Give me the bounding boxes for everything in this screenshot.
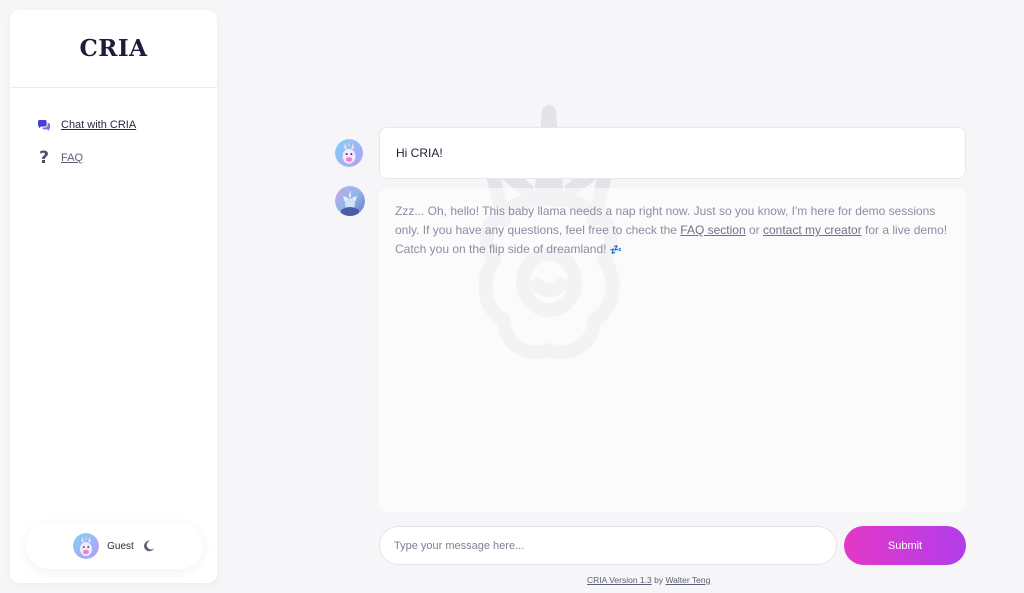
sidebar-item-label: FAQ xyxy=(61,152,84,164)
user-avatar xyxy=(335,139,363,167)
user-name: Guest xyxy=(107,540,134,552)
version-link[interactable]: CRIA Version 1.3 xyxy=(587,575,652,585)
sidebar: CRIA Chat with CRIA ? FAQ Guest xyxy=(10,10,217,583)
message-input[interactable] xyxy=(394,539,836,552)
footer-credits: CRIA Version 1.3 by Walter Teng xyxy=(587,575,710,585)
user-message-bubble: Hi CRIA! xyxy=(379,127,966,179)
sidebar-nav: Chat with CRIA ? FAQ xyxy=(10,88,217,171)
moon-icon[interactable] xyxy=(142,539,156,553)
footer-by-text: by xyxy=(651,575,666,585)
sidebar-item-label: Chat with CRIA xyxy=(61,119,137,131)
sidebar-item-chat[interactable]: Chat with CRIA xyxy=(10,112,217,138)
user-profile-card[interactable]: Guest xyxy=(26,523,203,569)
guest-avatar xyxy=(73,533,100,559)
author-link[interactable]: Walter Teng xyxy=(665,575,710,585)
bot-message-text: or xyxy=(745,223,763,237)
user-message-text: Hi CRIA! xyxy=(396,146,443,160)
chat-main: Hi CRIA! Zzz... Oh, hello! This baby lla… xyxy=(217,0,1024,593)
cria-bot-avatar xyxy=(335,186,365,216)
chat-bubbles-icon xyxy=(37,118,51,132)
message-input-wrapper xyxy=(379,526,837,565)
sidebar-item-faq[interactable]: ? FAQ xyxy=(10,145,217,171)
sleeping-emoji-icon: 💤 xyxy=(609,245,623,256)
bot-message-bubble: Zzz... Oh, hello! This baby llama needs … xyxy=(379,188,966,512)
question-mark-icon: ? xyxy=(39,148,49,168)
brand-logo[interactable]: CRIA xyxy=(10,10,217,88)
submit-button[interactable]: Submit xyxy=(844,526,966,565)
contact-creator-link[interactable]: contact my creator xyxy=(763,223,862,237)
faq-section-link[interactable]: FAQ section xyxy=(680,223,745,237)
